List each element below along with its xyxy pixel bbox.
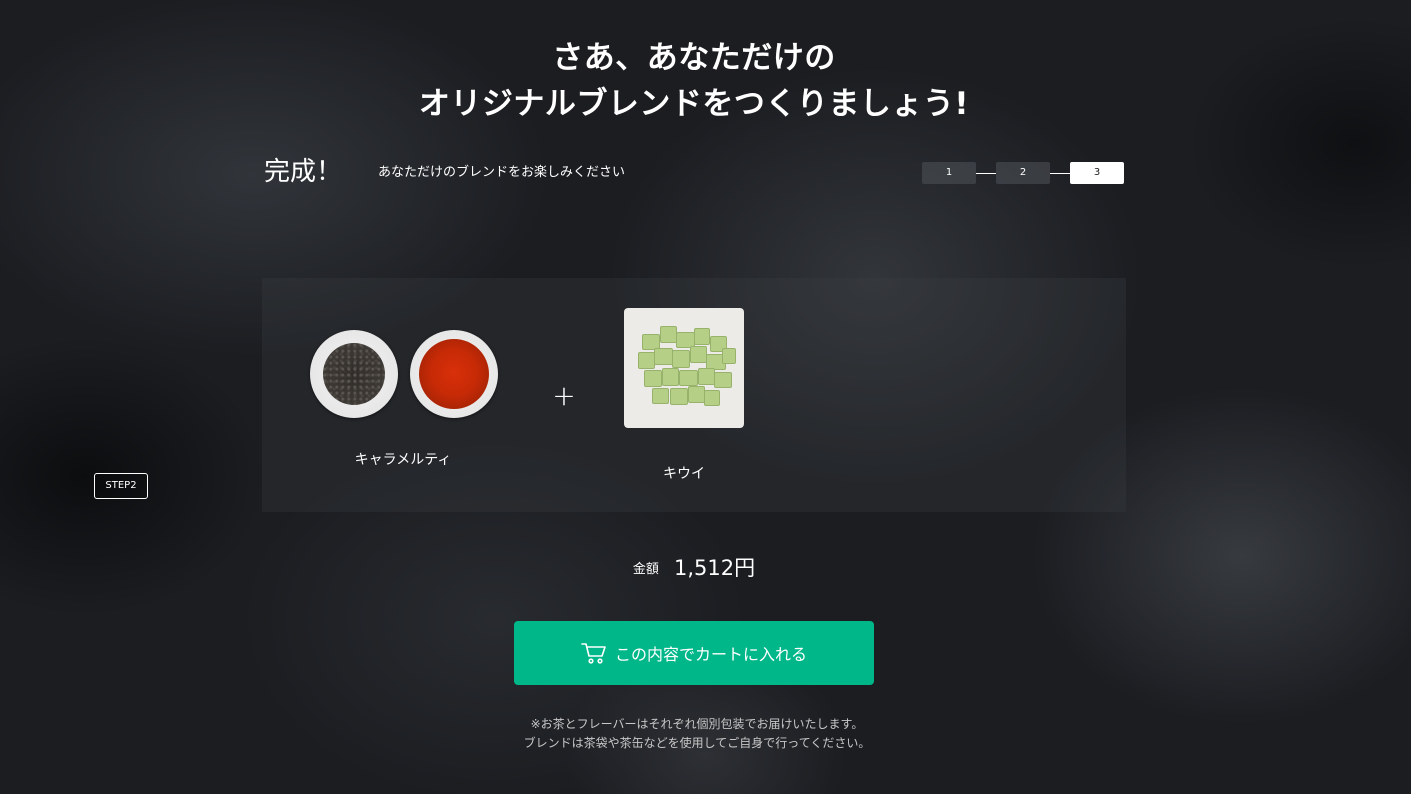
price-row: 金額 1,512円 bbox=[0, 552, 1388, 582]
kiwi-piece bbox=[654, 348, 673, 365]
tea-liquor bbox=[419, 339, 489, 409]
packaging-note: ※お茶とフレーバーはそれぞれ個別包装でお届けいたします。 ブレンドは茶袋や茶缶な… bbox=[0, 715, 1394, 753]
kiwi-piece bbox=[672, 350, 690, 368]
step-title: 完成！ bbox=[264, 157, 343, 187]
flavor-name: キウイ bbox=[663, 466, 705, 482]
step-connector bbox=[976, 172, 996, 174]
step-badge: STEP2 bbox=[94, 473, 148, 499]
kiwi-piece bbox=[662, 368, 679, 386]
kiwi-piece bbox=[704, 390, 720, 406]
step-description: あなただけのブレンドをお楽しみください bbox=[378, 165, 626, 180]
tea-leaves-bowl-icon bbox=[310, 330, 398, 418]
kiwi-piece bbox=[679, 370, 698, 386]
add-to-cart-button[interactable]: この内容でカートに入れる bbox=[514, 621, 874, 685]
kiwi-piece bbox=[714, 372, 732, 388]
kiwi-piece bbox=[652, 388, 669, 404]
add-to-cart-label: この内容でカートに入れる bbox=[614, 645, 807, 664]
kiwi-piece bbox=[698, 368, 715, 385]
tea-name: キャラメルティ bbox=[354, 452, 452, 468]
dried-kiwi-icon bbox=[624, 308, 744, 428]
kiwi-piece bbox=[670, 388, 688, 405]
price-value: 1,512円 bbox=[673, 556, 756, 580]
headline-line-1: さあ、あなただけの bbox=[552, 39, 836, 76]
kiwi-piece bbox=[644, 370, 662, 387]
price-label: 金額 bbox=[632, 561, 659, 577]
kiwi-piece bbox=[694, 328, 710, 345]
packaging-note-line-2: ブレンドは茶袋や茶缶などを使用してご自身で行ってください。 bbox=[523, 736, 871, 750]
step-indicator: 1 2 3 bbox=[922, 162, 1124, 184]
kiwi-piece bbox=[660, 326, 677, 343]
kiwi-piece bbox=[638, 352, 655, 369]
kiwi-piece bbox=[690, 346, 707, 363]
plus-icon: + bbox=[552, 379, 576, 412]
tea-liquor-cup-icon bbox=[410, 330, 498, 418]
tea-leaves bbox=[323, 343, 385, 405]
kiwi-piece bbox=[722, 348, 736, 364]
step-connector bbox=[1050, 172, 1070, 174]
step-2: 2 bbox=[996, 162, 1050, 184]
headline-line-2: オリジナルブレンドをつくりましょう! bbox=[418, 85, 970, 122]
packaging-note-line-1: ※お茶とフレーバーはそれぞれ個別包装でお届けいたします。 bbox=[530, 717, 864, 731]
page-headline: さあ、あなただけの オリジナルブレンドをつくりましょう! bbox=[0, 35, 1388, 127]
cart-icon bbox=[581, 641, 607, 665]
step-3-active: 3 bbox=[1070, 162, 1124, 184]
kiwi-piece bbox=[688, 386, 705, 403]
step-1: 1 bbox=[922, 162, 976, 184]
